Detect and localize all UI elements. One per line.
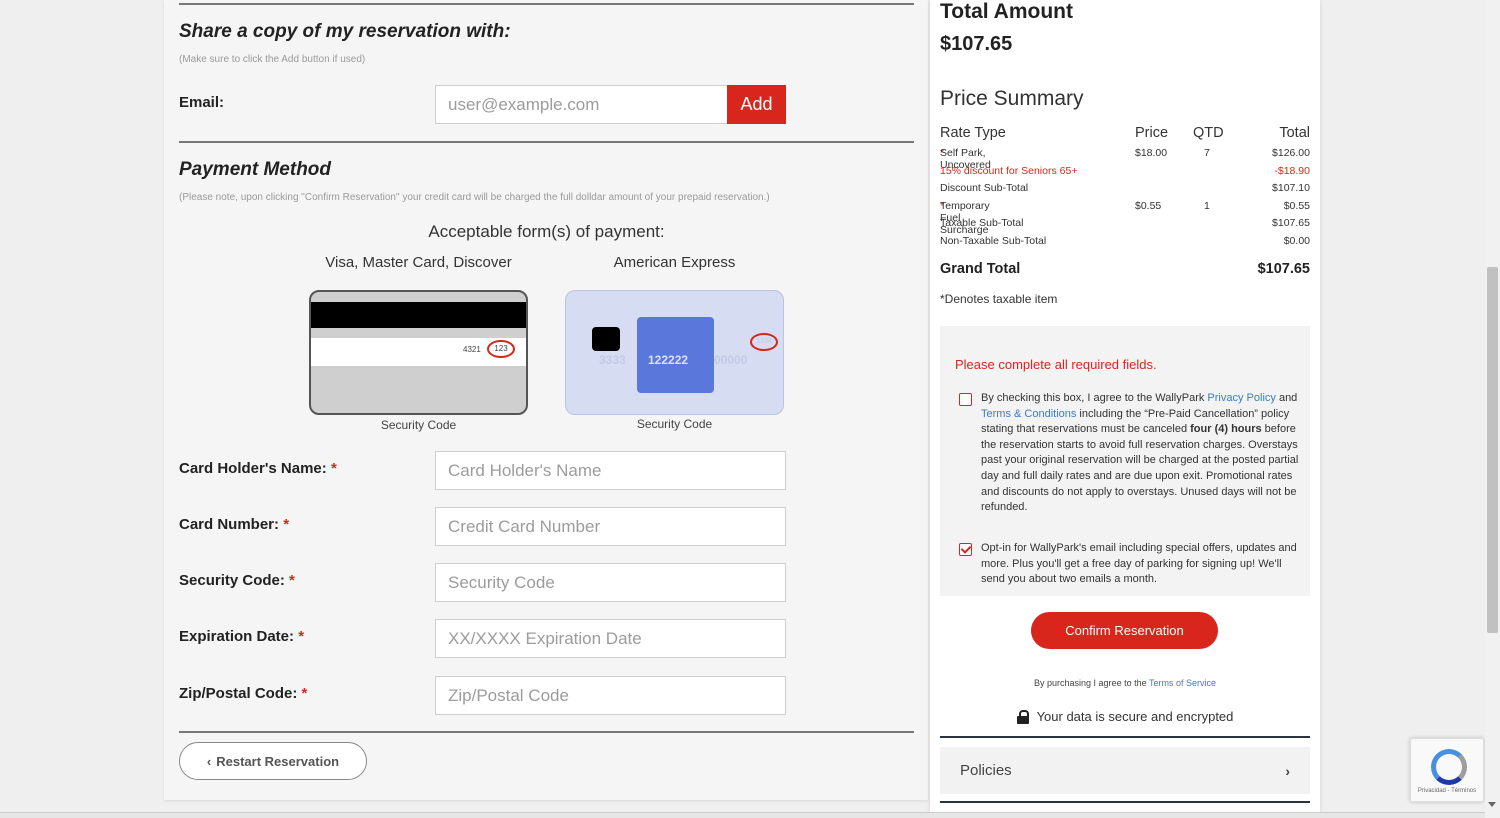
- table-row: Taxable Sub-Total $107.65: [940, 217, 1310, 230]
- security-code-input[interactable]: [435, 563, 786, 602]
- col-price: Price: [1135, 125, 1169, 141]
- divider: [940, 801, 1310, 803]
- email-label: Email:: [179, 94, 225, 111]
- optin-text: Opt-in for WallyPark's email including s…: [981, 542, 1297, 586]
- security-code-caption: Security Code: [636, 417, 713, 431]
- expiration-date-input[interactable]: [435, 619, 786, 658]
- divider: [179, 141, 914, 143]
- chevron-left-icon: ‹: [206, 753, 212, 769]
- divider: [179, 731, 914, 733]
- card-holder-label: Card Holder's Name: *: [179, 460, 337, 477]
- add-email-button[interactable]: Add: [727, 85, 786, 124]
- card-chip: [592, 327, 620, 351]
- terms-checkbox[interactable]: [959, 393, 972, 406]
- payment-note: (Please note, upon clicking "Confirm Res…: [179, 192, 770, 203]
- acceptable-payment-label: Acceptable form(s) of payment:: [428, 222, 665, 241]
- divider: [940, 736, 1310, 738]
- recaptcha-badge[interactable]: Privacidad - Términos: [1410, 738, 1484, 802]
- table-row: Non-Taxable Sub-Total $0.00: [940, 234, 1310, 247]
- table-row: * Self Park, Uncovered $18.00 7 $126.00: [940, 147, 1310, 171]
- recaptcha-footer: Privacidad - Términos: [1417, 788, 1477, 794]
- security-code-label: Security Code: *: [179, 572, 295, 589]
- card-number-segment: 3333: [599, 353, 626, 367]
- col-rate-type: Rate Type: [940, 125, 1006, 141]
- policies-label: Policies: [960, 762, 1012, 779]
- card-number-segment: 00000: [714, 353, 748, 367]
- price-summary-table: Rate Type Price QTD Total * Self Park, U…: [940, 125, 1310, 253]
- lock-icon: [1016, 709, 1029, 724]
- taxable-note: *Denotes taxable item: [940, 292, 1058, 306]
- payment-title: Payment Method: [179, 159, 332, 180]
- security-code-caption: Security Code: [380, 418, 457, 432]
- required-fields-message: Please complete all required fields.: [955, 357, 1157, 372]
- share-note: (Make sure to click the Add button if us…: [179, 54, 366, 65]
- scrollbar-thumb[interactable]: [1487, 267, 1498, 633]
- share-email-input[interactable]: [435, 85, 728, 124]
- expiration-date-label: Expiration Date: *: [179, 628, 305, 645]
- terms-of-service-link[interactable]: Terms of Service: [1149, 678, 1216, 688]
- scroll-down-arrow-icon[interactable]: [1488, 802, 1496, 807]
- page-bottom-edge: [0, 812, 1485, 818]
- col-total: Total: [1279, 125, 1310, 141]
- confirm-reservation-button[interactable]: Confirm Reservation: [1031, 612, 1218, 649]
- table-row: 15% discount for Seniors 65+ -$18.90: [940, 164, 1310, 177]
- table-row: * Temporary Fuel Surcharge $0.55 1 $0.55: [940, 199, 1310, 236]
- grand-total-label: Grand Total: [940, 261, 1021, 277]
- recaptcha-icon: [1431, 749, 1467, 785]
- terms-of-service-note: By purchasing I agree to the Terms of Se…: [1034, 678, 1216, 688]
- terms-conditions-link[interactable]: Terms & Conditions: [981, 408, 1076, 420]
- zip-code-input[interactable]: [435, 676, 786, 715]
- card-holder-input[interactable]: [435, 451, 786, 490]
- total-amount-value: $107.65: [940, 33, 1013, 55]
- table-row: Discount Sub-Total $107.10: [940, 182, 1310, 195]
- chevron-right-icon: ›: [1285, 762, 1290, 779]
- card-number-segment: 122222: [648, 353, 689, 367]
- grand-total-value: $107.65: [1257, 261, 1310, 277]
- cvv-highlight: 123: [487, 340, 515, 358]
- card-number-input[interactable]: [435, 507, 786, 546]
- price-summary-title: Price Summary: [940, 87, 1084, 110]
- divider: [179, 3, 914, 5]
- amex-card-illustration: 3333 122222 00000 1234: [565, 290, 784, 415]
- zip-code-label: Zip/Postal Code: *: [179, 685, 308, 702]
- cvv-highlight: 1234: [750, 333, 778, 351]
- restart-reservation-button[interactable]: ‹ Restart Reservation: [179, 742, 367, 780]
- secure-notice: Your data is secure and encrypted: [940, 709, 1310, 724]
- table-header: Rate Type Price QTD Total: [940, 125, 1310, 145]
- share-title: Share a copy of my reservation with:: [179, 21, 511, 42]
- optin-checkbox[interactable]: [959, 543, 972, 556]
- grand-total-row: Grand Total $107.65: [940, 261, 1310, 277]
- card-back-illustration: 4321 123: [309, 290, 528, 415]
- terms-text: By checking this box, I agree to the Wal…: [981, 392, 1299, 514]
- policies-accordion[interactable]: Policies ›: [940, 747, 1310, 794]
- total-amount-label: Total Amount: [940, 0, 1073, 23]
- col-qty: QTD: [1193, 125, 1224, 141]
- card-number-text: 4321: [463, 345, 481, 354]
- magnetic-stripe: [311, 302, 526, 328]
- card-number-label: Card Number: *: [179, 516, 290, 533]
- privacy-policy-link[interactable]: Privacy Policy: [1207, 392, 1275, 404]
- card-types-label-1: Visa, Master Card, Discover: [325, 254, 512, 271]
- card-types-label-2: American Express: [613, 254, 736, 271]
